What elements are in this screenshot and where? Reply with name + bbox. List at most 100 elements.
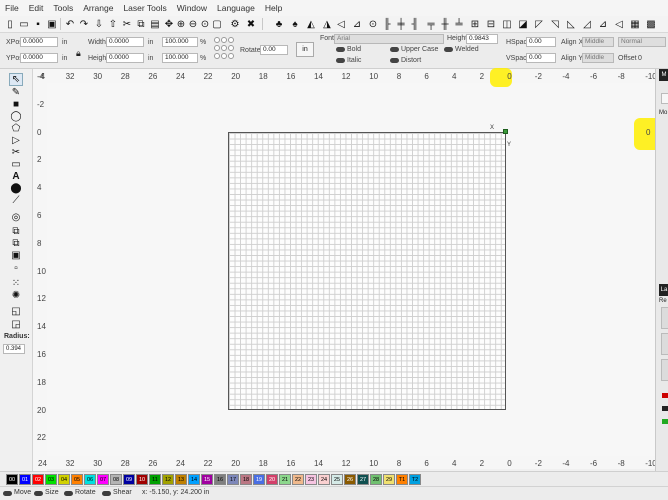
- distribute-h-icon[interactable]: ⊞: [468, 17, 482, 31]
- color-swatch[interactable]: 12: [162, 474, 174, 485]
- right-tab-mid[interactable]: Mo: [659, 110, 667, 116]
- copy-icon[interactable]: ⧉: [134, 17, 148, 31]
- menu-laser-tools[interactable]: Laser Tools: [118, 3, 171, 13]
- color-swatch[interactable]: 24: [318, 474, 330, 485]
- offset-tool-icon[interactable]: ◎: [9, 211, 23, 224]
- nest-icon[interactable]: ▩: [644, 17, 658, 31]
- size-toggle[interactable]: [34, 491, 43, 496]
- menu-edit[interactable]: Edit: [24, 3, 49, 13]
- right-tab-top[interactable]: M: [659, 69, 668, 81]
- dock-bottom-icon[interactable]: ◿: [580, 17, 594, 31]
- right-tab-re[interactable]: Re: [659, 298, 667, 304]
- color-swatch[interactable]: 16: [214, 474, 226, 485]
- laser-tools-icon[interactable]: ✖: [244, 17, 258, 31]
- import-icon[interactable]: ⇩: [92, 17, 106, 31]
- workspace-grid[interactable]: [228, 132, 506, 410]
- menu-language[interactable]: Language: [212, 3, 260, 13]
- hspace-input[interactable]: 0.00: [526, 37, 556, 47]
- color-swatch[interactable]: 06: [84, 474, 96, 485]
- dock-top-icon[interactable]: ◺: [564, 17, 578, 31]
- measure-tool-icon[interactable]: ⟋: [9, 194, 23, 207]
- open-folder-icon[interactable]: ▭: [17, 17, 31, 31]
- color-swatch[interactable]: 11: [149, 474, 161, 485]
- color-swatch[interactable]: 17: [227, 474, 239, 485]
- ypos-input[interactable]: 0.0000: [20, 53, 58, 63]
- dock-right-icon[interactable]: ◹: [548, 17, 562, 31]
- layers-tab[interactable]: La: [659, 284, 668, 296]
- small-square-icon[interactable]: ▫: [9, 262, 23, 275]
- save-as-icon[interactable]: ▣: [45, 17, 59, 31]
- italic-toggle[interactable]: [336, 58, 345, 63]
- color-swatch[interactable]: 07: [97, 474, 109, 485]
- undo-icon[interactable]: ↶: [63, 17, 77, 31]
- color-swatch[interactable]: 19: [253, 474, 265, 485]
- group-icon[interactable]: ♣: [272, 17, 286, 31]
- color-swatch[interactable]: 28: [370, 474, 382, 485]
- color-swatch[interactable]: 10: [136, 474, 148, 485]
- align-center-icon[interactable]: ╪: [394, 17, 408, 31]
- dock-left-icon[interactable]: ◸: [532, 17, 546, 31]
- redo-icon[interactable]: ↷: [77, 17, 91, 31]
- align-right-icon[interactable]: ╢: [408, 17, 422, 31]
- bold-toggle[interactable]: [336, 47, 345, 52]
- order-icon[interactable]: ◁: [612, 17, 626, 31]
- arrange-icon[interactable]: ⊿: [596, 17, 610, 31]
- color-swatch[interactable]: 27: [357, 474, 369, 485]
- color-swatch[interactable]: 03: [45, 474, 57, 485]
- offset-value[interactable]: 0: [638, 55, 642, 62]
- menu-arrange[interactable]: Arrange: [78, 3, 118, 13]
- color-swatch[interactable]: 01: [19, 474, 31, 485]
- color-swatch[interactable]: T2: [409, 474, 421, 485]
- color-swatch[interactable]: 09: [123, 474, 135, 485]
- layer-output-indicator[interactable]: [662, 419, 668, 424]
- color-swatch[interactable]: 13: [175, 474, 187, 485]
- menu-window[interactable]: Window: [172, 3, 212, 13]
- menu-help[interactable]: Help: [260, 3, 287, 13]
- anchor-tc-icon[interactable]: [221, 37, 227, 43]
- font-height-input[interactable]: 0.9843: [466, 34, 498, 44]
- move-toggle[interactable]: [3, 491, 12, 496]
- color-swatch[interactable]: 23: [305, 474, 317, 485]
- lock-icon[interactable]: 🔒︎: [76, 48, 81, 59]
- frame-icon[interactable]: ▢: [210, 17, 224, 31]
- distort-toggle[interactable]: [390, 58, 399, 63]
- rounded-corner-icon[interactable]: ◱: [9, 305, 23, 318]
- vspace-input[interactable]: 0.00: [526, 53, 556, 63]
- color-swatch[interactable]: 08: [110, 474, 122, 485]
- new-file-icon[interactable]: ▯: [3, 17, 17, 31]
- ungroup-icon[interactable]: ♠: [288, 17, 302, 31]
- anchor-ml-icon[interactable]: [214, 45, 220, 51]
- scale-height-input[interactable]: 100.000: [162, 53, 198, 63]
- align-left-icon[interactable]: ╟: [380, 17, 394, 31]
- scale-width-input[interactable]: 100.000: [162, 37, 198, 47]
- align-top-icon[interactable]: ╤: [424, 17, 438, 31]
- upper-case-toggle[interactable]: [390, 47, 399, 52]
- color-swatch[interactable]: 05: [71, 474, 83, 485]
- color-swatch[interactable]: 25: [331, 474, 343, 485]
- font-select[interactable]: Arial: [334, 34, 444, 44]
- anchor-bc-icon[interactable]: [221, 53, 227, 59]
- flip-horizontal-icon[interactable]: ◭: [304, 17, 318, 31]
- radius-input[interactable]: 0.394: [3, 344, 25, 354]
- color-swatch[interactable]: 18: [240, 474, 252, 485]
- width-input[interactable]: 0.0000: [106, 37, 144, 47]
- anchor-tr-icon[interactable]: [228, 37, 234, 43]
- settings-icon[interactable]: ⚙: [228, 17, 242, 31]
- height-input[interactable]: 0.0000: [106, 53, 144, 63]
- color-swatch[interactable]: 04: [58, 474, 70, 485]
- color-swatch[interactable]: 15: [201, 474, 213, 485]
- rotate-input[interactable]: 0.00: [260, 45, 288, 55]
- units-button[interactable]: in: [296, 42, 314, 57]
- color-swatch[interactable]: 21: [279, 474, 291, 485]
- mirror-icon[interactable]: ⊿: [350, 17, 364, 31]
- color-swatch[interactable]: T1: [396, 474, 408, 485]
- color-swatch[interactable]: 02: [32, 474, 44, 485]
- menu-tools[interactable]: Tools: [48, 3, 78, 13]
- rotate-toggle[interactable]: [64, 491, 73, 496]
- cut-icon[interactable]: ✂: [120, 17, 134, 31]
- right-panel-slot-3[interactable]: [661, 359, 668, 381]
- right-panel-slot-2[interactable]: [661, 333, 668, 355]
- anchor-mr-icon[interactable]: [228, 45, 234, 51]
- align-x-select[interactable]: Middle: [582, 37, 614, 47]
- align-middle-icon[interactable]: ╫: [438, 17, 452, 31]
